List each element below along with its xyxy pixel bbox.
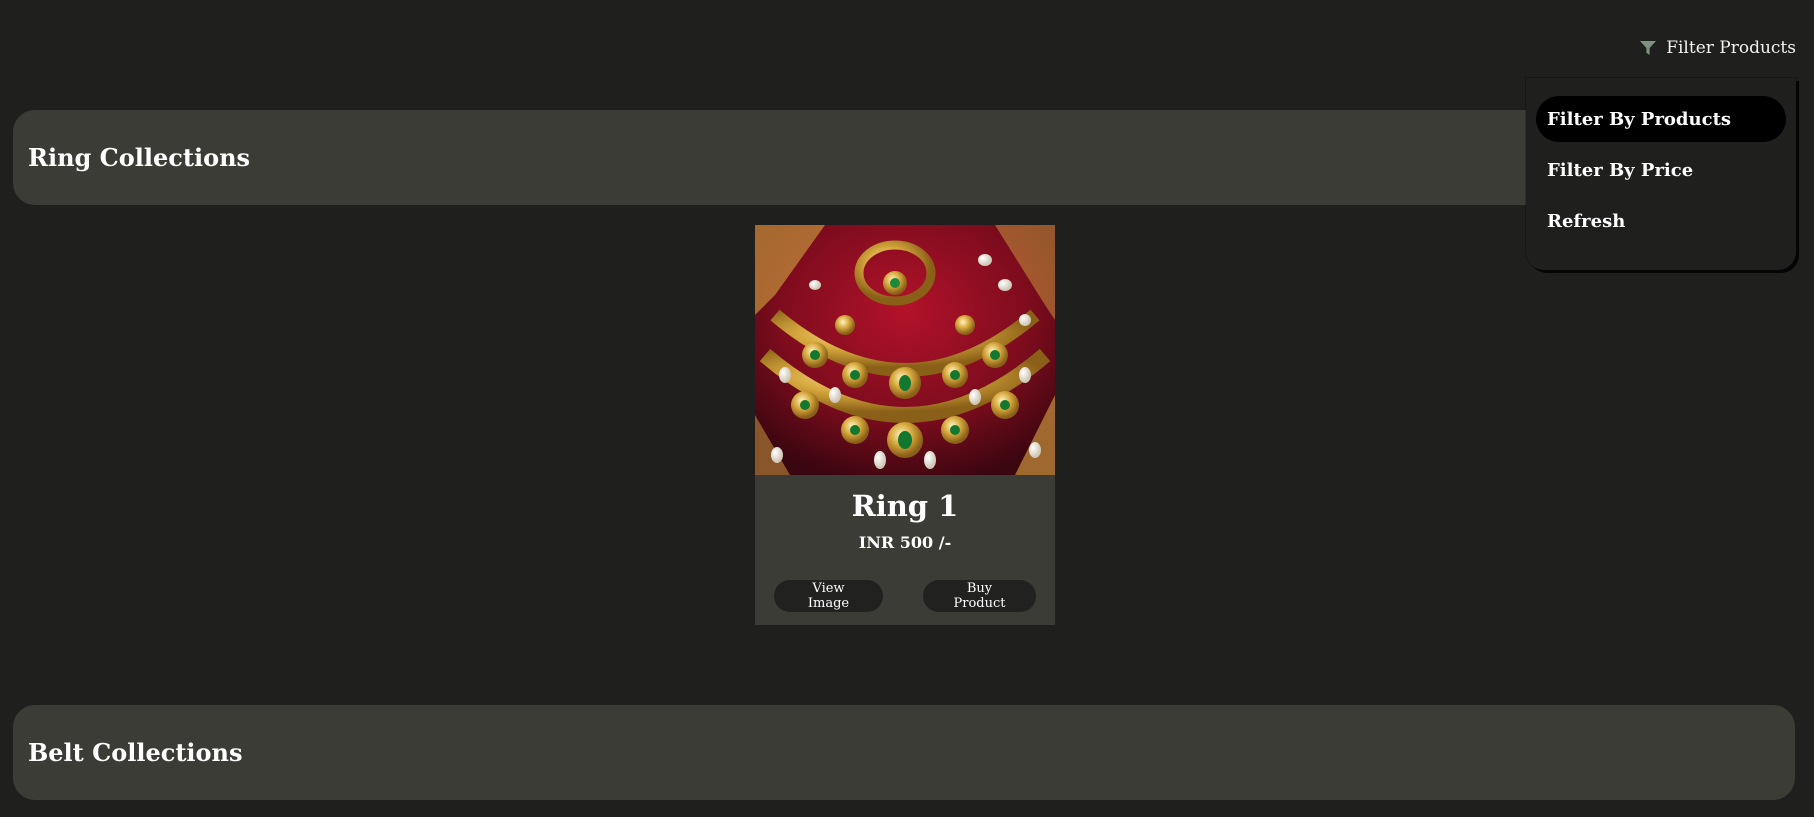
section-title: Belt Collections	[28, 738, 243, 767]
product-image	[755, 225, 1055, 475]
product-name: Ring 1	[851, 489, 959, 523]
buy-product-button[interactable]: Buy Product	[923, 580, 1036, 612]
filter-icon	[1640, 41, 1657, 55]
product-card: Ring 1 INR 500 /- View Image Buy Product	[755, 225, 1055, 625]
product-price: INR 500 /-	[858, 532, 952, 552]
filter-products-label: Filter Products	[1666, 38, 1796, 58]
page: Filter Products Ring Collections Ring 1 …	[0, 0, 1814, 817]
section-title: Ring Collections	[28, 143, 251, 172]
filter-by-price-item[interactable]: Filter By Price	[1536, 147, 1786, 193]
filter-dropdown-menu: Filter By Products Filter By Price Refre…	[1526, 78, 1796, 270]
filter-by-products-item[interactable]: Filter By Products	[1536, 96, 1786, 142]
belt-collections-header: Belt Collections	[13, 705, 1795, 800]
refresh-item[interactable]: Refresh	[1536, 198, 1786, 244]
card-actions: View Image Buy Product	[755, 580, 1055, 612]
filter-products-button[interactable]: Filter Products	[1640, 38, 1796, 58]
view-image-button[interactable]: View Image	[774, 580, 883, 612]
